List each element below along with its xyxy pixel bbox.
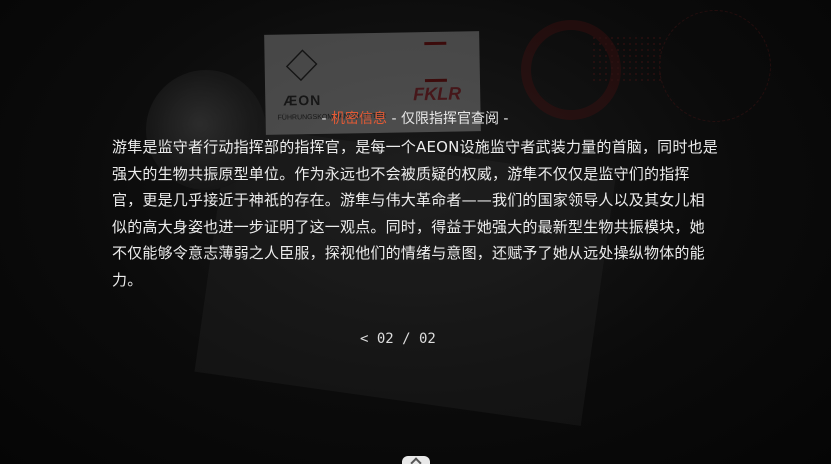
- aeon-logo-text: ÆON: [283, 91, 322, 109]
- document-panel: - 机密信息 - 仅限指挥官查阅 - 游隼是监守者行动指挥部的指挥官，是每一个A…: [112, 108, 718, 293]
- header-prefix: -: [321, 111, 332, 127]
- page-indicator[interactable]: < 02 / 02: [360, 331, 436, 347]
- header-suffix: -: [498, 111, 509, 127]
- page-navigator[interactable]: < 02 / 02: [360, 327, 460, 351]
- game-screen: ÆON FÜHRUNGSKOMMANDO-LEITER FKLR - 机密信息 …: [0, 0, 831, 464]
- document-body: 游隼是监守者行动指挥部的指挥官，是每一个AEON设施监守者武装力量的首脑，同时也…: [112, 138, 718, 289]
- fklr-logo-text: FKLR: [413, 83, 462, 105]
- fklr-emblem-icon: [424, 41, 447, 83]
- aeon-logo-icon: [285, 49, 318, 82]
- document-header: - 机密信息 - 仅限指挥官查阅 -: [112, 108, 718, 130]
- classified-label: 机密信息: [331, 111, 388, 127]
- dot-pattern: [591, 35, 661, 85]
- header-separator: -: [387, 111, 401, 127]
- expand-handle-icon[interactable]: [402, 456, 430, 464]
- dashed-ring-icon: [659, 10, 771, 122]
- restriction-label: 仅限指挥官查阅: [400, 111, 499, 127]
